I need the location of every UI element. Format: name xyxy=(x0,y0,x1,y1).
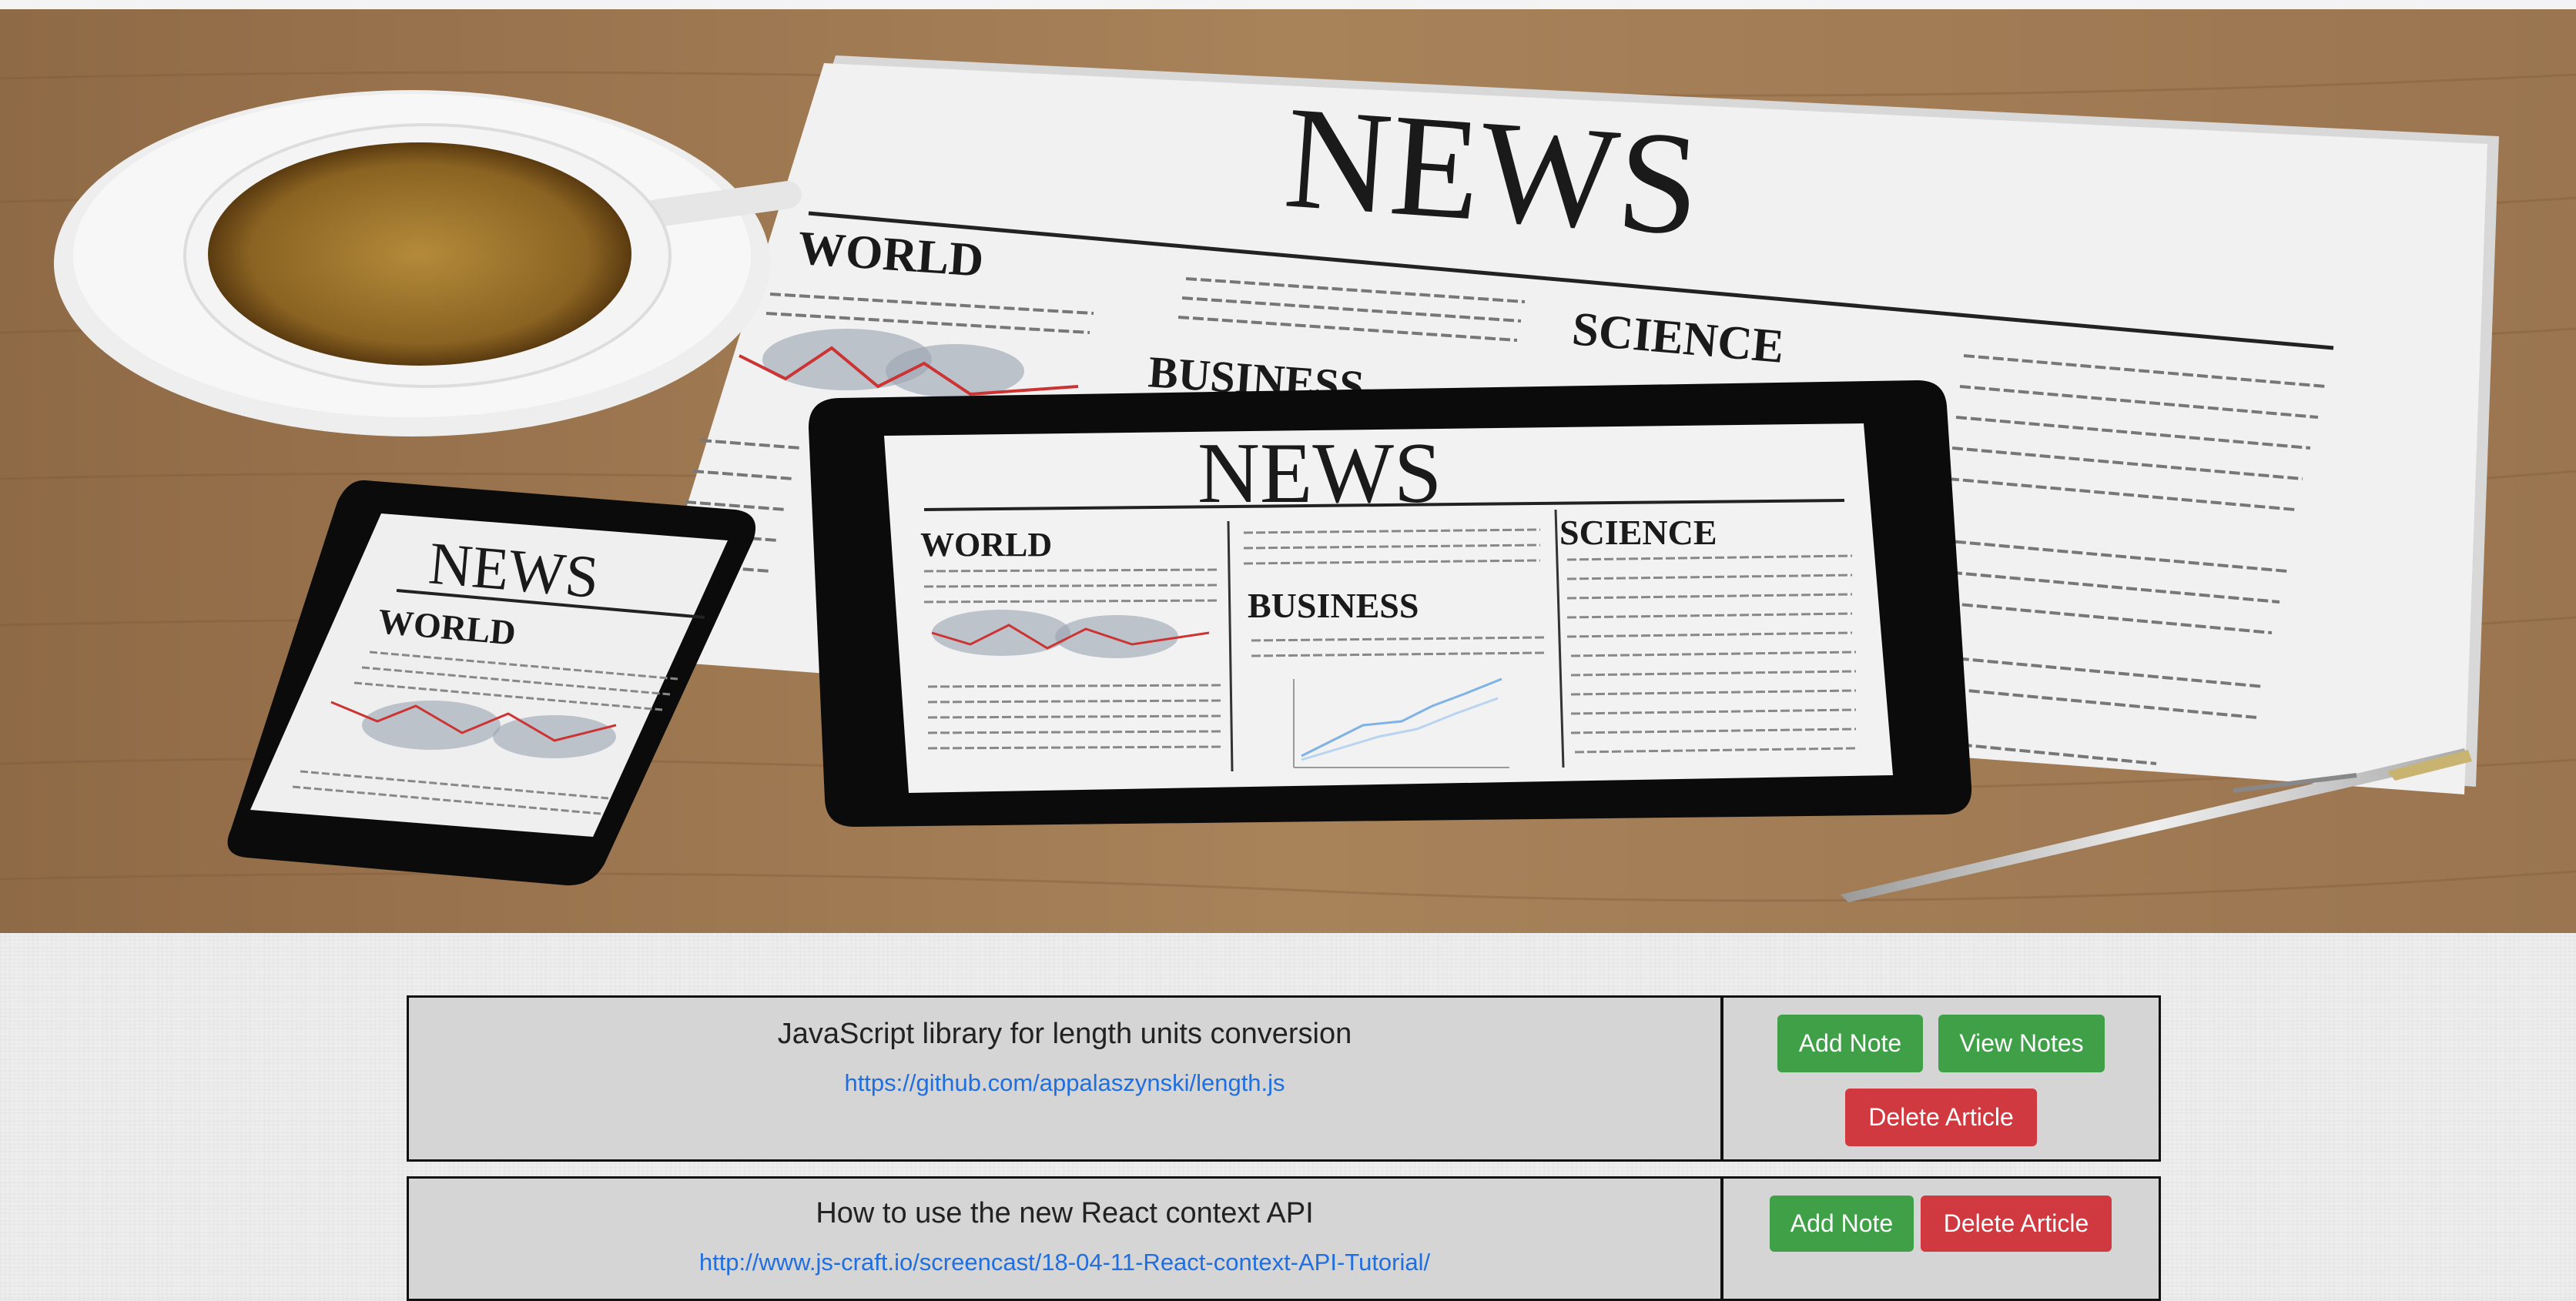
article-info: How to use the new React context API htt… xyxy=(409,1179,1723,1299)
add-note-button[interactable]: Add Note xyxy=(1777,1015,1923,1072)
tablet-graphic: NEWS WORLD SCIENCE BUSINESS xyxy=(808,380,1972,827)
view-notes-button[interactable]: View Notes xyxy=(1938,1015,2105,1072)
article-link[interactable]: https://github.com/appalaszynski/length.… xyxy=(409,1069,1720,1097)
delete-article-button[interactable]: Delete Article xyxy=(1845,1089,2037,1146)
article-title: JavaScript library for length units conv… xyxy=(777,1018,1352,1050)
top-strip xyxy=(0,0,2576,9)
tablet-section-science: SCIENCE xyxy=(1559,513,1717,552)
tablet-section-world: WORLD xyxy=(920,526,1052,564)
add-note-button[interactable]: Add Note xyxy=(1770,1196,1914,1252)
tablet-section-business: BUSINESS xyxy=(1248,586,1419,625)
article-card: JavaScript library for length units conv… xyxy=(407,995,2161,1162)
article-card: How to use the new React context API htt… xyxy=(407,1176,2161,1301)
hero-banner-image: NEWS WORLD SCIENCE BUSINESS NEWS WORLD S… xyxy=(0,9,2576,933)
article-link[interactable]: http://www.js-craft.io/screencast/18-04-… xyxy=(409,1249,1720,1276)
article-actions: Add Note View Notes Delete Article xyxy=(1723,998,2159,1159)
newspaper-masthead: NEWS xyxy=(1280,76,1705,266)
article-info: JavaScript library for length units conv… xyxy=(409,998,1723,1159)
article-title: How to use the new React context API xyxy=(816,1197,1314,1229)
delete-article-button[interactable]: Delete Article xyxy=(1921,1196,2112,1252)
article-actions: Add Note Delete Article xyxy=(1723,1179,2159,1299)
